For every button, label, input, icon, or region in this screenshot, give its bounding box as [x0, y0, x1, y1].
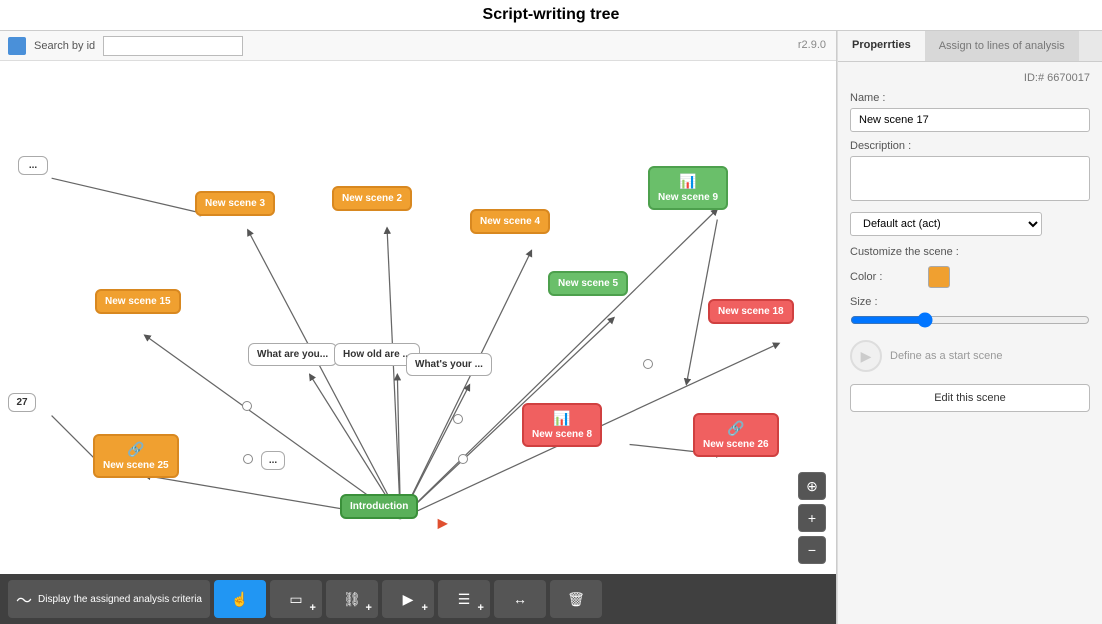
node-scene25[interactable]: 🔗 New scene 25 [93, 434, 179, 478]
start-scene-row: ▶ Define as a start scene [850, 340, 1090, 372]
list-plus: + [478, 602, 484, 614]
id-value: 6670017 [1047, 72, 1090, 84]
connect-icon: ↔ [513, 591, 527, 607]
node-scene3[interactable]: New scene 3 [195, 191, 275, 216]
canvas-wrapper: ... New scene 3 New scene 2 📊 New scene … [0, 61, 836, 574]
canvas-toolbar: Search by id r2.9.0 [0, 31, 836, 61]
connector-1 [242, 401, 252, 411]
toolbar-link-btn[interactable]: ⛓ + [326, 580, 378, 618]
toolbar-media-btn[interactable]: ▶ + [382, 580, 434, 618]
cursor-icon: ☝ [231, 591, 248, 608]
description-textarea[interactable] [850, 156, 1090, 201]
main-area: Search by id r2.9.0 [0, 31, 1102, 624]
edit-scene-btn[interactable]: Edit this scene [850, 384, 1090, 412]
toolbar-connect-btn[interactable]: ↔ [494, 580, 546, 618]
color-swatch[interactable] [928, 266, 950, 288]
node-scene18[interactable]: New scene 18 [708, 299, 794, 324]
app-container: Script-writing tree Search by id r2.9.0 [0, 0, 1102, 624]
name-input[interactable] [850, 108, 1090, 132]
right-panel: Properrties Assign to lines of analysis … [837, 31, 1102, 624]
connector-2 [643, 359, 653, 369]
list-add-icon: ☰ [458, 591, 471, 608]
criteria-icon: 〜 [16, 587, 32, 611]
map-controls: ⊕ + − [798, 472, 826, 564]
node-introduction[interactable]: Introduction [340, 494, 418, 519]
node-scene2[interactable]: New scene 2 [332, 186, 412, 211]
customize-label: Customize the scene : [850, 246, 1090, 258]
scene8-icon: 📊 [532, 410, 592, 427]
color-label: Color : [850, 271, 920, 283]
scene9-icon: 📊 [658, 173, 718, 190]
tab-properties[interactable]: Properrties [838, 31, 925, 61]
connector-3 [453, 414, 463, 424]
media-plus: + [422, 602, 428, 614]
act-select[interactable]: Default act (act) [850, 212, 1042, 236]
scene-plus: + [310, 602, 316, 614]
bottom-toolbar: 〜 Display the assigned analysis criteria… [0, 574, 836, 624]
display-criteria-btn[interactable]: 〜 Display the assigned analysis criteria [8, 580, 210, 618]
connector-4 [458, 454, 468, 464]
id-label: ID:# [1024, 72, 1044, 84]
node-scene9[interactable]: 📊 New scene 9 [648, 166, 728, 210]
node-scene5[interactable]: New scene 5 [548, 271, 628, 296]
map-zoom-in-btn[interactable]: + [798, 504, 826, 532]
delete-icon: 🗑 [567, 591, 585, 608]
toolbar-list-btn[interactable]: ☰ + [438, 580, 490, 618]
toolbar-scene-btn[interactable]: ▭ + [270, 580, 322, 618]
scene25-icon: 🔗 [103, 441, 169, 458]
link-add-icon: ⛓ [343, 591, 361, 608]
size-slider[interactable] [850, 312, 1090, 328]
scene-add-icon: ▭ [289, 591, 302, 608]
node-scene15[interactable]: New scene 15 [95, 289, 181, 314]
tab-assign[interactable]: Assign to lines of analysis [925, 31, 1079, 61]
description-label: Description : [850, 140, 1090, 152]
size-label: Size : [850, 296, 1090, 308]
node-question3[interactable]: What's your ... [406, 353, 492, 376]
play-icon-circle: ▶ [850, 340, 882, 372]
blue-indicator [8, 37, 26, 55]
node-question1[interactable]: What are you... [248, 343, 337, 366]
toolbar-cursor-btn[interactable]: ☝ [214, 580, 266, 618]
connector-5 [243, 454, 253, 464]
media-add-icon: ▶ [403, 591, 414, 608]
map-zoom-out-btn[interactable]: − [798, 536, 826, 564]
canvas-area: Search by id r2.9.0 [0, 31, 837, 624]
version-label: r2.9.0 [798, 39, 826, 51]
start-scene-text: Define as a start scene [890, 350, 1003, 362]
node-scene8[interactable]: 📊 New scene 8 [522, 403, 602, 447]
link-plus: + [366, 602, 372, 614]
name-label: Name : [850, 92, 1090, 104]
panel-tabs: Properrties Assign to lines of analysis [838, 31, 1102, 62]
search-label: Search by id [34, 40, 95, 52]
id-row: ID:# 6670017 [850, 72, 1090, 84]
node-ellipsis-1[interactable]: ... [18, 156, 48, 175]
node-scene26[interactable]: 🔗 New scene 26 [693, 413, 779, 457]
color-row: Color : [850, 266, 1090, 288]
display-criteria-label: Display the assigned analysis criteria [38, 594, 202, 605]
node-ellipsis-2[interactable]: ... [261, 451, 285, 470]
app-title: Script-writing tree [483, 6, 620, 23]
node-scene4[interactable]: New scene 4 [470, 209, 550, 234]
panel-content: ID:# 6670017 Name : Description : Defaul… [838, 62, 1102, 624]
title-bar: Script-writing tree [0, 0, 1102, 31]
toolbar-delete-btn[interactable]: 🗑 [550, 580, 602, 618]
search-input[interactable] [103, 36, 243, 56]
map-center-btn[interactable]: ⊕ [798, 472, 826, 500]
node-27[interactable]: 27 [8, 393, 36, 412]
scene26-icon: 🔗 [703, 420, 769, 437]
